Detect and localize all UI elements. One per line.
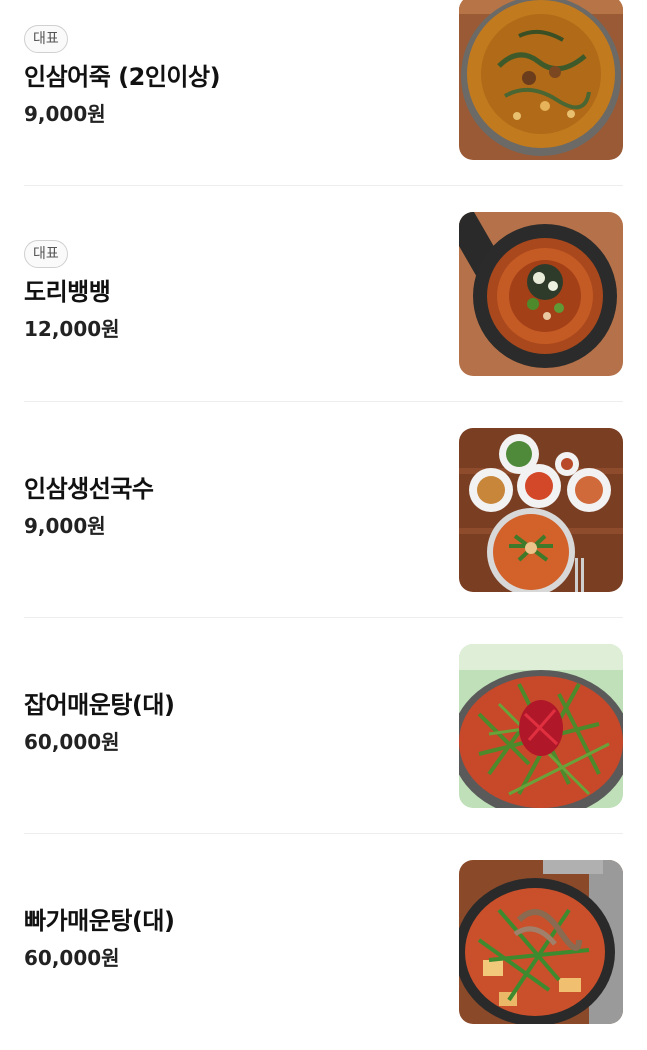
menu-item-price: 9,000원 xyxy=(24,514,106,538)
menu-item-price: 9,000원 xyxy=(24,102,106,126)
menu-item-ginseng-fish-porridge[interactable]: 대표 인삼어죽 (2인이상) 9,000원 xyxy=(24,0,623,186)
menu-item-info: 대표 인삼어죽 (2인이상) 9,000원 xyxy=(24,25,424,127)
menu-item-info: 인삼생선국수 9,000원 xyxy=(24,473,424,539)
menu-list: 대표 인삼어죽 (2인이상) 9,000원 대표 도리뱅뱅 12,000원 인삼… xyxy=(0,0,647,1043)
menu-item-catfish-spicy-stew[interactable]: 빠가매운탕(대) 60,000원 xyxy=(24,834,623,1050)
menu-item-info: 잡어매운탕(대) 60,000원 xyxy=(24,689,424,755)
menu-item-name: 인삼생선국수 xyxy=(24,475,154,503)
menu-item-name: 잡어매운탕(대) xyxy=(24,691,175,719)
menu-item-info: 빠가매운탕(대) 60,000원 xyxy=(24,905,424,971)
fried-fish-pan-photo[interactable] xyxy=(459,212,623,376)
fish-noodle-soup-photo[interactable] xyxy=(459,428,623,592)
menu-item-price: 12,000원 xyxy=(24,317,120,341)
fish-porridge-photo[interactable] xyxy=(459,0,623,160)
menu-item-name: 빠가매운탕(대) xyxy=(24,907,175,935)
menu-item-info: 대표 도리뱅뱅 12,000원 xyxy=(24,240,424,342)
menu-item-ginseng-fish-noodle[interactable]: 인삼생선국수 9,000원 xyxy=(24,402,623,618)
signature-badge: 대표 xyxy=(24,240,68,268)
menu-item-name: 도리뱅뱅 xyxy=(24,278,111,306)
spicy-fish-stew-photo[interactable] xyxy=(459,644,623,808)
menu-item-mixed-fish-spicy-stew[interactable]: 잡어매운탕(대) 60,000원 xyxy=(24,618,623,834)
menu-item-price: 60,000원 xyxy=(24,730,120,754)
signature-badge: 대표 xyxy=(24,25,68,53)
catfish-spicy-stew-photo[interactable] xyxy=(459,860,623,1024)
menu-item-price: 60,000원 xyxy=(24,946,120,970)
menu-item-doribangbang[interactable]: 대표 도리뱅뱅 12,000원 xyxy=(24,186,623,402)
menu-item-name: 인삼어죽 (2인이상) xyxy=(24,63,221,91)
